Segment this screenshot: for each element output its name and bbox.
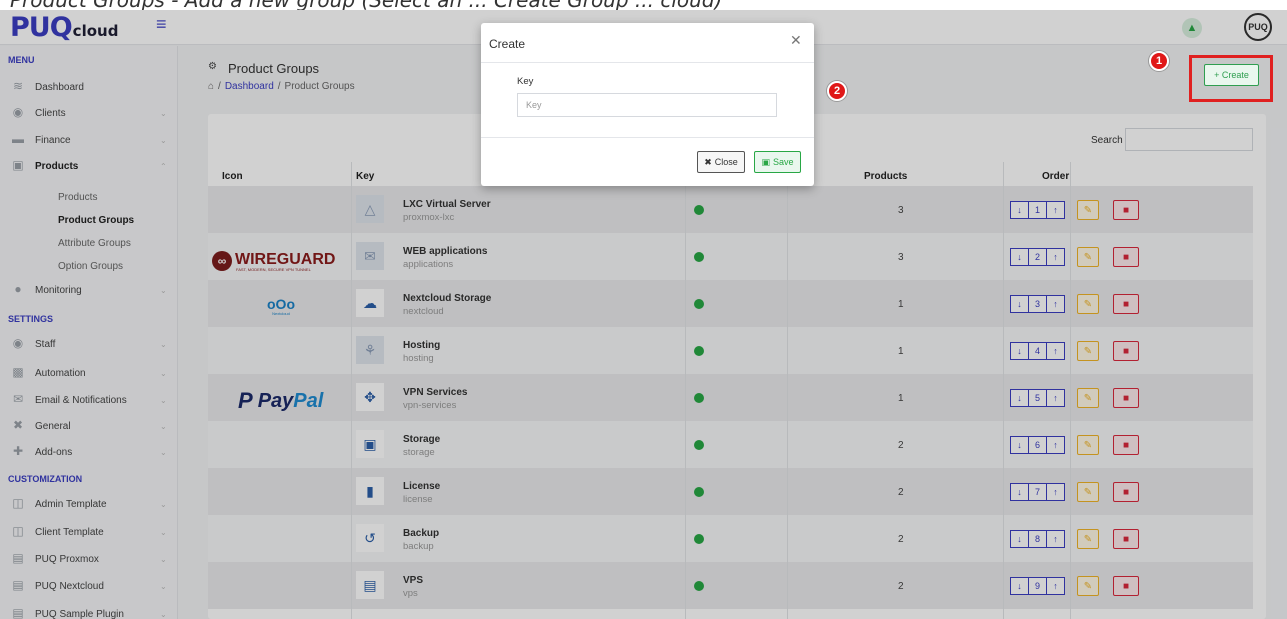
close-circle-icon: ✖ — [704, 156, 712, 167]
create-modal: Create ✕ Key ✖ Close ▣ Save — [481, 23, 814, 186]
modal-save-button[interactable]: ▣ Save — [754, 151, 801, 173]
key-field-label: Key — [517, 76, 534, 87]
modal-divider — [481, 137, 814, 138]
modal-title: Create — [489, 37, 526, 51]
modal-close-button[interactable]: ✖ Close — [697, 151, 745, 173]
modal-divider — [481, 62, 814, 63]
key-input[interactable] — [517, 93, 777, 117]
annotation-badge-1: 1 — [1149, 51, 1169, 71]
caption-text: Product Groups - Add a new group (Select… — [10, 0, 722, 10]
save-button-label: Save — [773, 157, 794, 167]
close-icon[interactable]: ✕ — [790, 32, 802, 49]
close-button-label: Close — [714, 157, 738, 167]
save-disk-icon: ▣ — [761, 156, 770, 167]
annotation-highlight-box — [1189, 55, 1273, 102]
tutorial-caption: Product Groups - Add a new group (Select… — [0, 0, 1287, 10]
annotation-badge-2: 2 — [827, 81, 847, 101]
